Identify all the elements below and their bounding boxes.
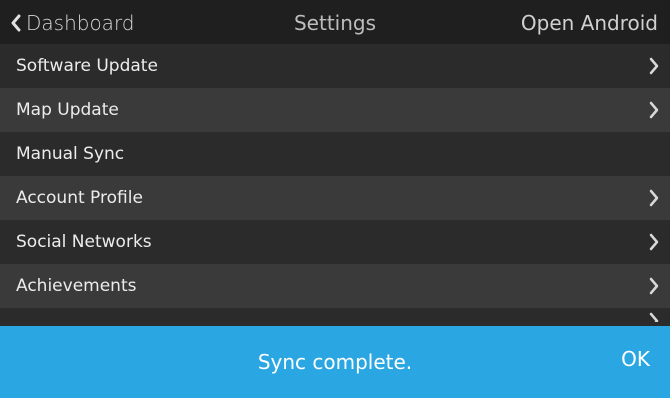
settings-item-label: Achievements (16, 276, 137, 296)
ok-button[interactable]: OK (621, 347, 650, 371)
back-button[interactable]: Dashboard (10, 8, 135, 38)
back-button-label: Dashboard (26, 11, 135, 35)
top-bar: Dashboard Settings Open Android (0, 0, 670, 44)
settings-list: Software Update Map Update Manual Sync A… (0, 44, 670, 322)
toast-message: Sync complete. (257, 350, 413, 374)
chevron-right-icon (649, 277, 659, 295)
chevron-left-icon (11, 14, 21, 32)
chevron-right-icon (649, 233, 659, 251)
settings-item-account-profile[interactable]: Account Profile (0, 176, 670, 220)
settings-item-achievements[interactable]: Achievements (0, 264, 670, 308)
settings-item-label: Account Profile (16, 188, 143, 208)
chevron-right-icon (649, 57, 659, 75)
open-android-button[interactable]: Open Android (521, 8, 658, 38)
settings-item-software-update[interactable]: Software Update (0, 44, 670, 88)
settings-item-partially-hidden[interactable] (0, 308, 670, 322)
settings-item-map-update[interactable]: Map Update (0, 88, 670, 132)
settings-item-label: Manual Sync (16, 144, 125, 164)
settings-item-label: Software Update (16, 56, 158, 76)
chevron-right-icon (649, 312, 659, 322)
chevron-right-icon (649, 189, 659, 207)
settings-item-manual-sync[interactable]: Manual Sync (0, 132, 670, 176)
settings-item-label: Social Networks (16, 232, 152, 252)
settings-item-label: Map Update (16, 100, 119, 120)
chevron-right-icon (649, 101, 659, 119)
sync-toast: Sync complete. OK (0, 326, 670, 398)
settings-item-social-networks[interactable]: Social Networks (0, 220, 670, 264)
